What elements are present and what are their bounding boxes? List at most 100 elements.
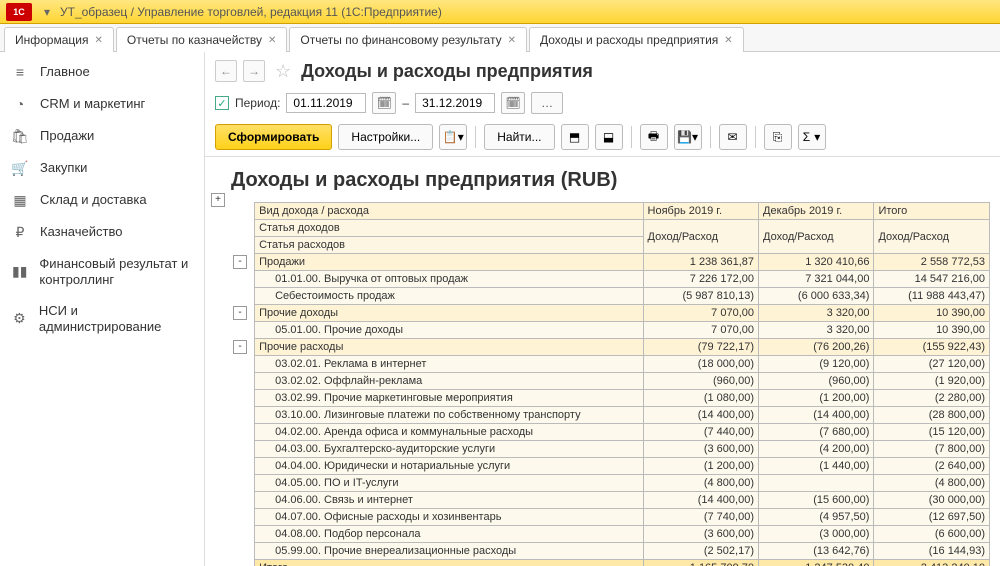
row-label: 03.02.02. Оффлайн-реклама (255, 373, 643, 390)
sigma-icon[interactable]: Σ▾ (798, 124, 826, 150)
save-settings-icon[interactable]: 📋▾ (439, 124, 467, 150)
sidebar-item[interactable]: ◔CRM и маркетинг (0, 88, 204, 120)
save-as-icon[interactable]: 💾▾ (674, 124, 702, 150)
date-from-input[interactable] (286, 93, 366, 113)
col-subheader-income: Статья доходов (255, 220, 643, 237)
sidebar-item[interactable]: 🛒Закупки (0, 152, 204, 184)
row-value: (1 200,00) (759, 390, 874, 407)
date-to-calendar-icon[interactable]: 🗓 (501, 92, 525, 114)
table-row: 03.02.02. Оффлайн-реклама(960,00)(960,00… (231, 373, 990, 390)
row-value: 7 070,00 (643, 322, 758, 339)
row-value: (4 200,00) (759, 441, 874, 458)
row-value: 7 226 172,00 (643, 271, 758, 288)
tab-label: Отчеты по казначейству (127, 33, 262, 47)
sidebar-icon: 🛍 (12, 128, 28, 144)
nav-back-button[interactable]: ← (215, 60, 237, 82)
document-tab[interactable]: Доходы и расходы предприятия✕ (529, 27, 744, 52)
row-value: 1 238 361,87 (643, 254, 758, 271)
tree-toggle-icon[interactable]: - (233, 340, 247, 354)
row-value: (4 957,50) (759, 509, 874, 526)
email-icon[interactable]: ✉ (719, 124, 747, 150)
row-value (759, 475, 874, 492)
table-row: 05.01.00. Прочие доходы7 070,003 320,001… (231, 322, 990, 339)
table-row: 05.99.00. Прочие внереализационные расхо… (231, 543, 990, 560)
generate-button[interactable]: Сформировать (215, 124, 332, 150)
tab-close-icon[interactable]: ✕ (724, 35, 732, 46)
row-value: 10 390,00 (874, 322, 990, 339)
row-value: (7 740,00) (643, 509, 758, 526)
report-toolbar: Сформировать Настройки... 📋▾ Найти... ⬒ … (205, 118, 1000, 157)
row-value: (13 642,76) (759, 543, 874, 560)
document-tabs: Информация✕Отчеты по казначейству✕Отчеты… (0, 24, 1000, 52)
sidebar-item[interactable]: ▦ Склад и доставка (0, 184, 204, 216)
row-label: 04.03.00. Бухгалтерско-аудиторские услуг… (255, 441, 643, 458)
table-row: 04.06.00. Связь и интернет(14 400,00)(15… (231, 492, 990, 509)
row-label: 03.02.99. Прочие маркетинговые мероприят… (255, 390, 643, 407)
tab-label: Отчеты по финансовому результату (300, 33, 501, 47)
sidebar-icon: ▦ (12, 192, 28, 208)
row-label: Прочие доходы (255, 305, 643, 322)
row-value: 1 320 410,66 (759, 254, 874, 271)
row-value: 7 321 044,00 (759, 271, 874, 288)
row-value: (7 800,00) (874, 441, 990, 458)
col-header-total: Итого (874, 203, 990, 220)
sidebar-icon: ▮▮ (12, 264, 27, 280)
period-label: Период: (235, 96, 280, 110)
sidebar-item[interactable]: ▮▮ Финансовый результат и контроллинг (0, 248, 204, 295)
row-label: Себестоимость продаж (255, 288, 643, 305)
row-value: (2 502,17) (643, 543, 758, 560)
row-value: 2 558 772,53 (874, 254, 990, 271)
row-value: (30 000,00) (874, 492, 990, 509)
tab-close-icon[interactable]: ✕ (508, 35, 516, 46)
row-value: 10 390,00 (874, 305, 990, 322)
row-label: 05.01.00. Прочие доходы (255, 322, 643, 339)
date-from-calendar-icon[interactable]: 🗓 (372, 92, 396, 114)
row-value: (11 988 443,47) (874, 288, 990, 305)
collapse-tree-icon[interactable]: ⬓ (595, 124, 623, 150)
settings-button[interactable]: Настройки... (338, 124, 433, 150)
print-icon[interactable]: 🖶 (640, 124, 668, 150)
col-metric-dec: Доход/Расход (759, 220, 874, 254)
tree-expand-all-icon[interactable]: + (211, 193, 225, 207)
window-titlebar: 1C ▾ УТ_образец / Управление торговлей, … (0, 0, 1000, 24)
col-metric-total: Доход/Расход (874, 220, 990, 254)
app-menu-caret-icon[interactable]: ▾ (40, 3, 54, 21)
sidebar-label: Финансовый результат и контроллинг (39, 256, 192, 287)
row-value: (7 440,00) (643, 424, 758, 441)
sidebar-item[interactable]: 🛍 Продажи (0, 120, 204, 152)
document-tab[interactable]: Информация✕ (4, 27, 114, 52)
col-subheader-expense: Статья расходов (255, 237, 643, 254)
table-row: Итого1 165 709,701 247 530,402 413 240,1… (231, 560, 990, 566)
row-value: (79 722,17) (643, 339, 758, 356)
variants-icon[interactable]: ⎘ (764, 124, 792, 150)
tab-close-icon[interactable]: ✕ (268, 35, 276, 46)
tab-close-icon[interactable]: ✕ (94, 35, 102, 46)
tree-toggle-icon[interactable]: - (233, 306, 247, 320)
expand-tree-icon[interactable]: ⬒ (561, 124, 589, 150)
col-header-kind: Вид дохода / расхода (255, 203, 643, 220)
date-to-input[interactable] (415, 93, 495, 113)
row-value: (3 000,00) (759, 526, 874, 543)
sidebar-item[interactable]: ₽Казначейство (0, 216, 204, 248)
row-value: (3 600,00) (643, 441, 758, 458)
nav-forward-button[interactable]: → (243, 60, 265, 82)
document-tab[interactable]: Отчеты по финансовому результату ✕ (289, 27, 527, 52)
sidebar-label: Склад и доставка (40, 192, 147, 208)
period-checkbox[interactable]: ✓ (215, 96, 229, 110)
period-more-button[interactable]: … (531, 92, 563, 114)
tree-toggle-icon[interactable]: - (233, 255, 247, 269)
table-row: 04.03.00. Бухгалтерско-аудиторские услуг… (231, 441, 990, 458)
document-tab[interactable]: Отчеты по казначейству ✕ (116, 27, 288, 52)
sidebar-item[interactable]: ≡Главное (0, 56, 204, 88)
sidebar-item[interactable]: ⚙НСИ и администрирование (0, 295, 204, 342)
sidebar-label: CRM и маркетинг (40, 96, 145, 112)
row-label: 04.04.00. Юридически и нотариальные услу… (255, 458, 643, 475)
table-row: 01.01.00. Выручка от оптовых продаж7 226… (231, 271, 990, 288)
sidebar-icon: 🛒 (12, 160, 28, 176)
sidebar-label: Продажи (40, 128, 94, 144)
find-button[interactable]: Найти... (484, 124, 554, 150)
favorite-star-icon[interactable]: ☆ (275, 61, 291, 82)
sidebar-label: Казначейство (40, 224, 122, 240)
row-value: (1 920,00) (874, 373, 990, 390)
row-label: Продажи (255, 254, 643, 271)
